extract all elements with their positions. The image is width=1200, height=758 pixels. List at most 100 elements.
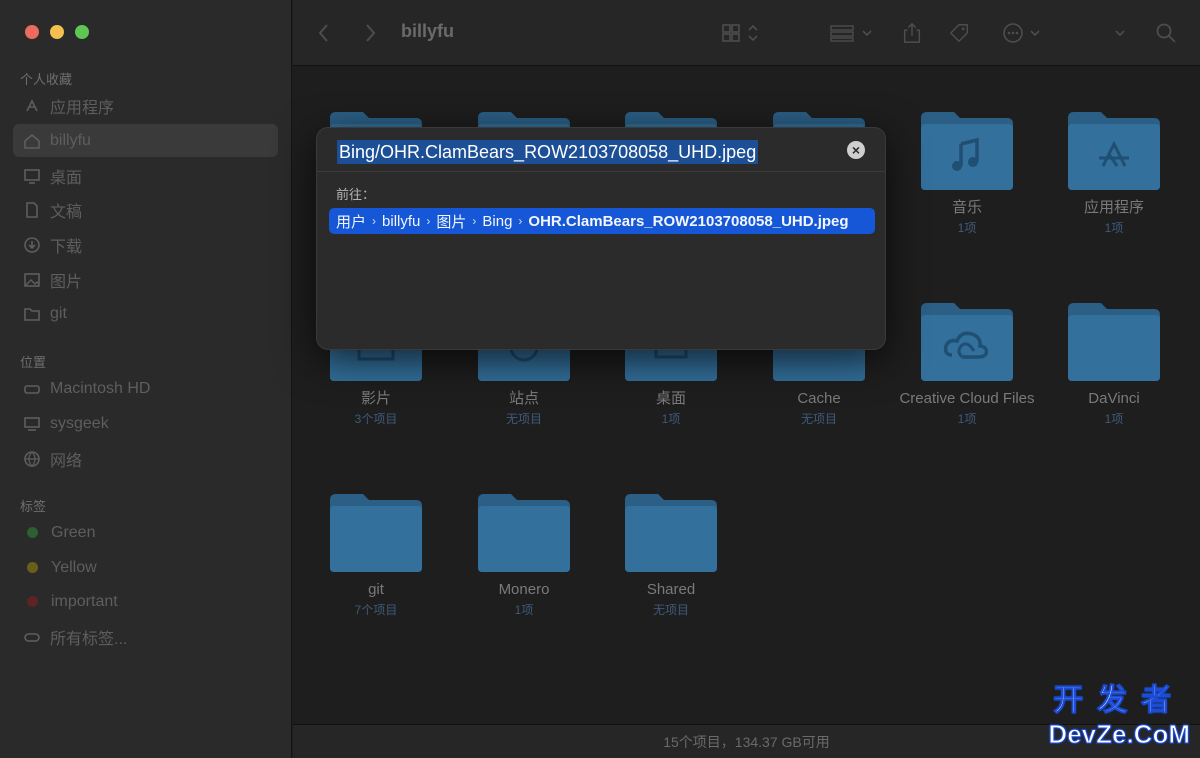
go-to-label: 前往： [336,187,376,202]
sidebar-item-label: 网络 [50,452,83,470]
sidebar-item-label: 所有标签... [50,630,128,648]
watermark-bottom-text: DevZe.CoM [1048,719,1191,750]
folder-name: 应用程序 [1083,199,1144,216]
tag-icon [949,24,968,43]
watermark-top-text: 开发者 [1053,684,1186,718]
watermark: 开发者 DevZe.CoM [1048,675,1191,750]
folder-icon [625,494,717,572]
chevron-right-icon: › [426,214,431,228]
sidebar-item-label: Macintosh HD [50,379,151,397]
folder-monero[interactable]: Monero 1项 [454,490,594,618]
group-button[interactable] [829,20,877,46]
search-button[interactable] [1155,20,1177,46]
path-segment: 图片 [436,213,467,231]
sidebar-item-label: 文稿 [50,203,83,221]
folder-shared[interactable]: Shared 无项目 [601,490,741,618]
applications-icon [22,96,42,116]
favorites-section-title: 个人收藏 [20,72,73,87]
folder-name: git [368,581,384,598]
path-suggestion[interactable]: 用户 › billyfu › 图片 › Bing › OHR.ClamBears… [329,208,875,234]
folder-icon [1068,303,1160,381]
folder-item-count: 1项 [1104,412,1124,426]
chevron-right-icon: › [518,214,523,228]
maximize-window-button[interactable] [75,25,89,39]
folder-icon [330,494,422,572]
network-icon [22,449,42,469]
folder-applications[interactable]: 应用程序 1项 [1044,108,1184,236]
sidebar-all-tags[interactable]: 所有标签... [13,620,278,653]
sidebar-item-home[interactable]: billyfu [13,124,278,157]
sidebar-item-label: 桌面 [50,169,83,187]
sidebar-item-label: sysgeek [50,414,109,432]
folder-git[interactable]: git 7个项目 [306,490,446,618]
sidebar-item-label: 下载 [50,238,83,256]
sidebar-item-documents[interactable]: 文稿 [13,193,278,226]
search-icon [1156,23,1176,43]
tag-dot-icon [27,562,38,573]
folder-davinci[interactable]: DaVinci 1项 [1044,299,1184,427]
sidebar-tag-important[interactable]: important [13,585,278,618]
view-mode-button[interactable] [721,20,765,46]
share-icon [903,22,921,43]
tag-dot-icon [27,527,38,538]
pictures-icon [22,270,42,290]
more-actions-button[interactable] [1001,20,1047,46]
chevron-right-icon [366,24,376,42]
group-icon [830,25,872,42]
forward-button[interactable] [363,20,377,46]
share-button[interactable] [901,20,923,46]
ellipsis-circle-icon [1003,23,1040,43]
close-window-button[interactable] [25,25,39,39]
folder-item-count: 1项 [957,221,977,235]
tag-button[interactable] [947,20,971,46]
sidebar-item-desktop[interactable]: 桌面 [13,159,278,192]
sidebar-item-sysgeek[interactable]: sysgeek [13,407,278,440]
sidebar-item-downloads[interactable]: 下载 [13,228,278,261]
locations-section-title: 位置 [20,355,47,370]
creative-cloud-folder-icon [921,303,1013,381]
sidebar-tag-yellow[interactable]: Yellow [13,551,278,584]
back-button[interactable] [317,20,331,46]
sidebar-item-pictures[interactable]: 图片 [13,263,278,296]
tag-dot-icon [27,596,38,607]
desktop-icon [22,166,42,186]
clear-input-button[interactable]: × [847,141,865,159]
folder-creative-cloud-files[interactable]: Creative Cloud Files 1项 [897,299,1037,427]
chevron-right-icon: › [472,214,477,228]
sidebar-item-label: 图片 [50,273,83,291]
sidebar-item-label: Green [51,523,96,541]
sidebar-item-label: billyfu [50,131,91,149]
path-segment-file: OHR.ClamBears_ROW2103708058_UHD.jpeg [528,212,849,230]
chevron-right-icon: › [372,214,377,228]
folder-name: Cache [797,390,841,407]
folder-item-count: 无项目 [652,603,689,617]
folder-music[interactable]: 音乐 1项 [897,108,1037,236]
document-icon [22,200,42,220]
sidebar-item-macintosh-hd[interactable]: Macintosh HD [13,372,278,405]
folder-item-count: 7个项目 [354,603,398,617]
expand-toolbar-button[interactable] [1113,20,1127,46]
folder-item-count: 1项 [957,412,977,426]
sidebar-item-network[interactable]: 网络 [13,442,278,475]
folder-name: Creative Cloud Files [899,390,1035,407]
disk-icon [22,379,42,399]
go-to-path-input[interactable]: Bing/OHR.ClamBears_ROW2103708058_UHD.jpe… [337,138,767,166]
sidebar-item-git[interactable]: git [13,297,278,330]
chevron-left-icon [318,24,328,42]
minimize-window-button[interactable] [50,25,64,39]
go-to-path-selected-text: Bing/OHR.ClamBears_ROW2103708058_UHD.jpe… [337,140,759,164]
tags-section-title: 标签 [20,499,47,514]
folder-item-count: 无项目 [800,412,837,426]
folder-name: Monero [498,581,550,598]
path-segment: billyfu [382,212,421,230]
sidebar: 个人收藏 应用程序 billyfu 桌面 文稿 下载 图片 git 位置 Mac… [0,0,292,758]
sidebar-item-label: git [50,304,67,322]
folder-name: 站点 [508,390,539,407]
folder-icon [478,494,570,572]
sidebar-tag-green[interactable]: Green [13,516,278,549]
sidebar-item-label: important [51,592,118,610]
sidebar-item-applications[interactable]: 应用程序 [13,89,278,122]
folder-item-count: 1项 [661,412,681,426]
app-store-folder-icon [1068,112,1160,190]
folder-item-count: 3个项目 [354,412,398,426]
